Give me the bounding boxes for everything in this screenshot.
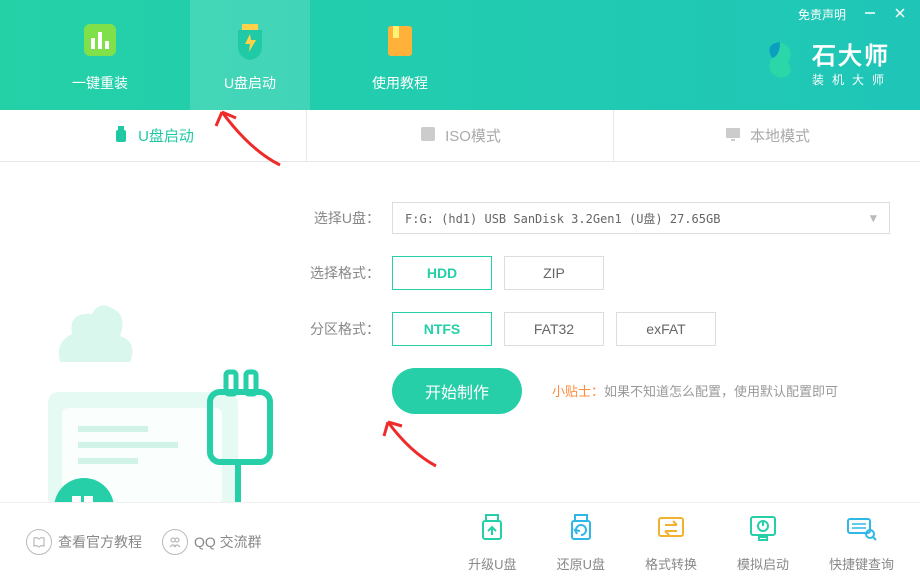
action-label: 快捷键查询 — [829, 554, 894, 573]
titlebar: 免责声明 — [798, 6, 906, 23]
tab-usb-boot[interactable]: U盘启动 — [0, 110, 307, 161]
main-nav: 一键重装 U盘启动 使用教程 — [0, 0, 460, 110]
action-shortcut-query[interactable]: 快捷键查询 — [829, 511, 894, 573]
illustration — [0, 162, 300, 502]
action-label: 格式转换 — [645, 554, 697, 573]
partition-fat32-option[interactable]: FAT32 — [504, 312, 604, 346]
action-restore-usb[interactable]: 还原U盘 — [557, 511, 605, 573]
action-label: 模拟启动 — [737, 554, 789, 573]
power-monitor-icon — [746, 511, 780, 548]
bar-chart-icon — [78, 18, 122, 65]
tip-label: 小贴士： — [552, 384, 604, 399]
brand-logo-icon — [758, 38, 802, 87]
tab-iso-mode[interactable]: ISO模式 — [307, 110, 614, 161]
format-hdd-option[interactable]: HDD — [392, 256, 492, 290]
tab-label: U盘启动 — [138, 125, 194, 146]
book-open-icon — [26, 529, 52, 555]
iso-icon — [419, 125, 437, 147]
shield-flash-icon — [228, 18, 272, 65]
minimize-button[interactable] — [864, 7, 876, 22]
main-area: 选择U盘： F:G: (hd1) USB SanDisk 3.2Gen1 (U盘… — [0, 162, 920, 502]
close-button[interactable] — [894, 7, 906, 22]
usb-select-value: F:G: (hd1) USB SanDisk 3.2Gen1 (U盘) 27.6… — [405, 210, 720, 227]
nav-reinstall[interactable]: 一键重装 — [40, 0, 160, 110]
nav-label: 使用教程 — [372, 73, 428, 93]
qq-group-link[interactable]: QQ 交流群 — [162, 529, 262, 555]
link-label: QQ 交流群 — [194, 532, 262, 552]
usb-up-icon — [475, 511, 509, 548]
usb-icon — [112, 125, 130, 147]
brand: 石大师 装机大师 — [758, 36, 892, 88]
nav-label: U盘启动 — [224, 73, 276, 93]
partition-label: 分区格式： — [310, 319, 380, 339]
official-tutorial-link[interactable]: 查看官方教程 — [26, 529, 142, 555]
nav-label: 一键重装 — [72, 73, 128, 93]
format-label: 选择格式： — [310, 263, 380, 283]
partition-exfat-option[interactable]: exFAT — [616, 312, 716, 346]
people-icon — [162, 529, 188, 555]
tip: 小贴士：如果不知道怎么配置，使用默认配置即可 — [552, 381, 838, 401]
monitor-icon — [724, 125, 742, 147]
partition-ntfs-option[interactable]: NTFS — [392, 312, 492, 346]
book-icon — [378, 18, 422, 65]
bottom-actions: 升级U盘 还原U盘 格式转换 模拟启动 快捷键查询 — [468, 511, 894, 573]
usb-select[interactable]: F:G: (hd1) USB SanDisk 3.2Gen1 (U盘) 27.6… — [392, 202, 890, 234]
form-panel: 选择U盘： F:G: (hd1) USB SanDisk 3.2Gen1 (U盘… — [300, 162, 920, 502]
convert-icon — [654, 511, 688, 548]
action-label: 升级U盘 — [468, 554, 516, 573]
action-simulate-boot[interactable]: 模拟启动 — [737, 511, 789, 573]
action-format-convert[interactable]: 格式转换 — [645, 511, 697, 573]
usb-cycle-icon — [564, 511, 598, 548]
mode-tabs: U盘启动 ISO模式 本地模式 — [0, 110, 920, 162]
tab-local-mode[interactable]: 本地模式 — [614, 110, 920, 161]
action-label: 还原U盘 — [557, 554, 605, 573]
select-usb-label: 选择U盘： — [310, 208, 380, 228]
tab-label: ISO模式 — [445, 125, 501, 146]
nav-tutorial[interactable]: 使用教程 — [340, 0, 460, 110]
header: 免责声明 一键重装 U盘启动 使用教程 — [0, 0, 920, 110]
tip-text: 如果不知道怎么配置，使用默认配置即可 — [604, 384, 838, 399]
brand-subtitle: 装机大师 — [812, 71, 892, 88]
start-button[interactable]: 开始制作 — [392, 368, 522, 414]
footer: 查看官方教程 QQ 交流群 升级U盘 还原U盘 格式转换 模拟启动 快捷键查询 — [0, 502, 920, 580]
brand-title: 石大师 — [812, 36, 892, 71]
link-label: 查看官方教程 — [58, 532, 142, 552]
disclaimer-link[interactable]: 免责声明 — [798, 6, 846, 23]
format-zip-option[interactable]: ZIP — [504, 256, 604, 290]
chevron-down-icon: ▼ — [870, 211, 877, 225]
keyboard-search-icon — [844, 511, 878, 548]
nav-usb-boot[interactable]: U盘启动 — [190, 0, 310, 110]
tab-label: 本地模式 — [750, 125, 810, 146]
action-upgrade-usb[interactable]: 升级U盘 — [468, 511, 516, 573]
